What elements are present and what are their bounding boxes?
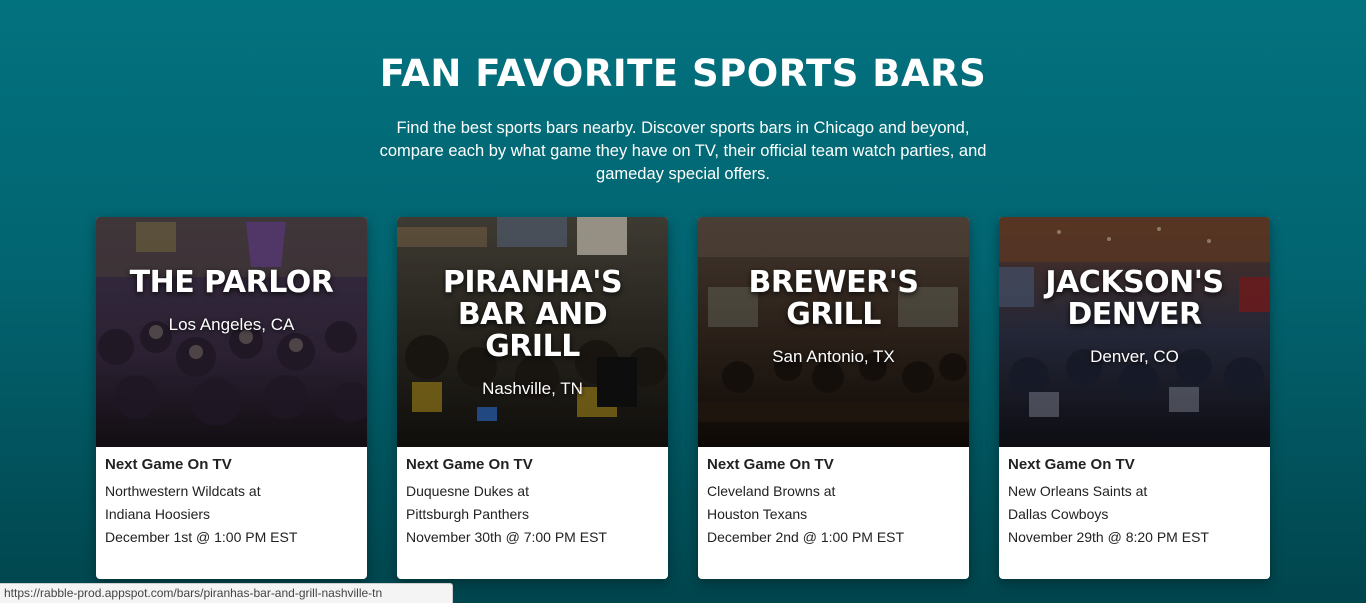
bar-name: BREWER'S GRILL — [748, 265, 919, 332]
next-game-info: Next Game On TV Northwestern Wildcats at… — [96, 447, 367, 549]
game-date: November 29th @ 8:20 PM EST — [1008, 529, 1209, 545]
game-teams-line-2: Pittsburgh Panthers — [406, 506, 529, 522]
section-description: Find the best sports bars nearby. Discov… — [379, 119, 987, 183]
bar-city: Nashville, TN — [482, 379, 583, 398]
section-title: FAN FAVORITE SPORTS BARS — [379, 52, 987, 95]
next-game-label: Next Game On TV — [707, 456, 834, 473]
bar-photo: BREWER'S GRILL San Antonio, TX — [698, 217, 969, 447]
game-date: November 30th @ 7:00 PM EST — [406, 529, 607, 545]
game-teams-line-2: Dallas Cowboys — [1008, 506, 1109, 522]
game-date: December 1st @ 1:00 PM EST — [105, 529, 298, 545]
bar-photo: PIRANHA'S BAR AND GRILL Nashville, TN — [397, 217, 668, 447]
status-bar-url: https://rabble-prod.appspot.com/bars/pir… — [0, 583, 453, 603]
bar-card-the-parlor[interactable]: THE PARLOR Los Angeles, CA Next Game On … — [96, 217, 367, 579]
next-game-label: Next Game On TV — [406, 456, 533, 473]
bar-name: JACKSON'S DENVER — [1045, 265, 1224, 332]
game-teams-line-2: Indiana Hoosiers — [105, 506, 211, 522]
next-game-info: Next Game On TV New Orleans Saints at Da… — [999, 447, 1270, 549]
bar-card-jacksons-denver[interactable]: JACKSON'S DENVER Denver, CO Next Game On… — [999, 217, 1270, 579]
next-game-info: Next Game On TV Duquesne Dukes at Pittsb… — [397, 447, 668, 549]
bar-card-piranhas[interactable]: PIRANHA'S BAR AND GRILL Nashville, TN Ne… — [397, 217, 668, 579]
bar-name: PIRANHA'S BAR AND GRILL — [442, 265, 623, 364]
bar-city: San Antonio, TX — [772, 347, 895, 366]
game-teams-line-1: Cleveland Browns at — [707, 483, 836, 499]
game-teams-line-1: Duquesne Dukes at — [406, 483, 529, 499]
bar-photo: THE PARLOR Los Angeles, CA — [96, 217, 367, 447]
bar-card-brewers-grill[interactable]: BREWER'S GRILL San Antonio, TX Next Game… — [698, 217, 969, 579]
game-date: December 2nd @ 1:00 PM EST — [707, 529, 905, 545]
bar-city: Denver, CO — [1090, 347, 1179, 366]
next-game-label: Next Game On TV — [105, 456, 232, 473]
bar-name: THE PARLOR — [129, 265, 334, 300]
game-teams-line-2: Houston Texans — [707, 506, 808, 522]
game-teams-line-1: New Orleans Saints at — [1008, 483, 1148, 499]
next-game-info: Next Game On TV Cleveland Browns at Hous… — [698, 447, 969, 549]
bar-city: Los Angeles, CA — [168, 315, 295, 334]
game-teams-line-1: Northwestern Wildcats at — [105, 483, 261, 499]
bar-photo: JACKSON'S DENVER Denver, CO — [999, 217, 1270, 447]
next-game-label: Next Game On TV — [1008, 456, 1135, 473]
